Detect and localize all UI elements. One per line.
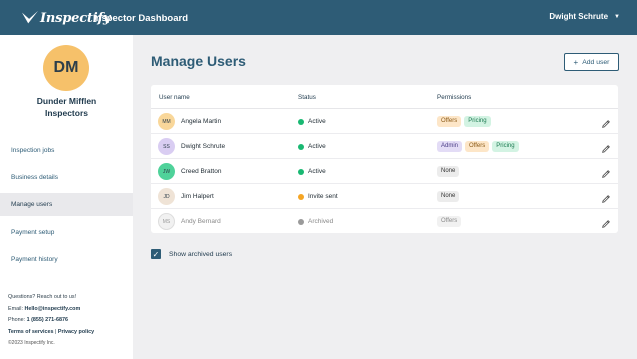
permission-badge: Pricing — [492, 141, 519, 152]
column-header-user-name: User name — [159, 94, 190, 101]
support-info: Questions? Reach out to us! Email: Hello… — [8, 292, 94, 350]
avatar: MS — [158, 213, 175, 230]
permission-badge: Offers — [465, 141, 490, 152]
terms-link[interactable]: Terms of services — [8, 329, 53, 335]
privacy-link[interactable]: Privacy policy — [58, 329, 94, 335]
avatar: SS — [158, 138, 175, 155]
permission-badge: None — [437, 191, 460, 202]
status-cell: Active — [298, 143, 326, 150]
sidebar-item-payment-history[interactable]: Payment history — [0, 248, 133, 271]
table-row[interactable]: SS Dwight Schrute Active Admin Offers Pricing — [151, 134, 618, 159]
user-name: Andy Bernard — [181, 218, 221, 225]
permission-badge: Admin — [437, 141, 463, 152]
check-icon: ✓ — [152, 249, 160, 259]
table-row[interactable]: MS Andy Bernard Archived Offers — [151, 209, 618, 234]
org-avatar: DM — [43, 45, 89, 91]
status-cell: Active — [298, 118, 326, 125]
sidebar: DM Dunder Mifflen Inspectors Inspection … — [0, 35, 133, 359]
status-cell: Active — [298, 168, 326, 175]
support-email-link[interactable]: Hello@inspectify.com — [24, 306, 80, 312]
sidebar-item-manage-users[interactable]: Manage users — [0, 193, 133, 216]
permissions-cell: Admin Offers Pricing — [437, 141, 522, 152]
permission-badge: Offers — [437, 216, 462, 227]
column-header-permissions: Permissions — [437, 94, 472, 101]
user-name: Jim Halpert — [181, 193, 214, 200]
status-text: Active — [308, 143, 326, 150]
user-menu[interactable]: Dwight Schrute ▼ — [549, 12, 620, 21]
support-email-line: Email: Hello@inspectify.com — [8, 304, 94, 316]
user-name: Creed Bratton — [181, 168, 222, 175]
users-table: User name Status Permissions MM Angela Ma… — [151, 85, 618, 233]
show-archived-toggle[interactable]: ✓ Show archived users — [151, 249, 232, 259]
sidebar-item-business-details[interactable]: Business details — [0, 166, 133, 189]
permissions-cell: Offers Pricing — [437, 116, 494, 127]
avatar: MM — [158, 113, 175, 130]
support-prompt: Questions? Reach out to us! — [8, 294, 77, 300]
plus-icon: + — [573, 57, 579, 67]
pencil-icon[interactable] — [601, 116, 611, 128]
permission-badge: None — [437, 166, 460, 177]
avatar: JD — [158, 188, 175, 205]
page-title: Manage Users — [151, 53, 246, 69]
avatar: JW — [158, 163, 175, 180]
status-dot-icon — [298, 193, 304, 200]
copyright: ©2023 Inspectify Inc. — [8, 340, 55, 346]
permission-badge: Offers — [437, 116, 462, 127]
show-archived-checkbox[interactable]: ✓ — [151, 249, 161, 259]
chevron-down-icon: ▼ — [614, 13, 620, 20]
show-archived-label: Show archived users — [169, 250, 233, 258]
email-label: Email: — [8, 305, 23, 312]
pencil-icon[interactable] — [601, 166, 611, 178]
status-dot-icon — [298, 118, 304, 125]
phone-label: Phone: — [8, 317, 26, 323]
support-phone-line: Phone: 1 (855) 271-6876 — [8, 315, 94, 327]
permissions-cell: None — [437, 191, 462, 202]
org-name-line2: Inspectors — [45, 108, 88, 118]
pencil-icon[interactable] — [601, 216, 611, 228]
table-row[interactable]: MM Angela Martin Active Offers Pricing — [151, 109, 618, 134]
table-row[interactable]: JW Creed Bratton Active None — [151, 159, 618, 184]
top-bar: Inspectify Inspector Dashboard Dwight Sc… — [0, 0, 637, 35]
user-name: Dwight Schrute — [181, 143, 226, 150]
user-menu-name: Dwight Schrute — [549, 12, 609, 21]
support-phone-link[interactable]: 1 (855) 271-6876 — [27, 317, 68, 323]
permission-badge: Pricing — [464, 116, 491, 127]
permissions-cell: None — [437, 166, 462, 177]
status-text: Active — [308, 118, 326, 125]
user-name: Angela Martin — [181, 118, 222, 125]
column-header-status: Status — [298, 94, 316, 101]
bird-check-logo-icon — [22, 10, 38, 24]
status-text: Active — [308, 168, 326, 175]
table-row[interactable]: JD Jim Halpert Invite sent None — [151, 184, 618, 209]
org-name: Dunder Mifflen Inspectors — [0, 95, 133, 119]
legal-links: Terms of services | Privacy policy — [8, 327, 94, 339]
sidebar-item-inspection-jobs[interactable]: Inspection jobs — [0, 139, 133, 162]
table-header: User name Status Permissions — [151, 85, 618, 109]
add-user-button[interactable]: + Add user — [564, 53, 619, 71]
status-dot-icon — [298, 143, 304, 150]
add-user-label: Add user — [582, 58, 610, 66]
app-title: Inspector Dashboard — [93, 13, 189, 24]
pencil-icon[interactable] — [601, 141, 611, 153]
pencil-icon[interactable] — [601, 191, 611, 203]
status-cell: Archived — [298, 218, 333, 225]
status-text: Archived — [308, 218, 334, 225]
status-text: Invite sent — [308, 193, 338, 200]
org-name-line1: Dunder Mifflen — [36, 96, 97, 106]
status-dot-icon — [298, 168, 304, 175]
sidebar-item-payment-setup[interactable]: Payment setup — [0, 221, 133, 244]
legal-separator: | — [54, 328, 57, 335]
status-dot-icon — [298, 218, 304, 225]
status-cell: Invite sent — [298, 193, 338, 200]
permissions-cell: Offers — [437, 216, 464, 227]
